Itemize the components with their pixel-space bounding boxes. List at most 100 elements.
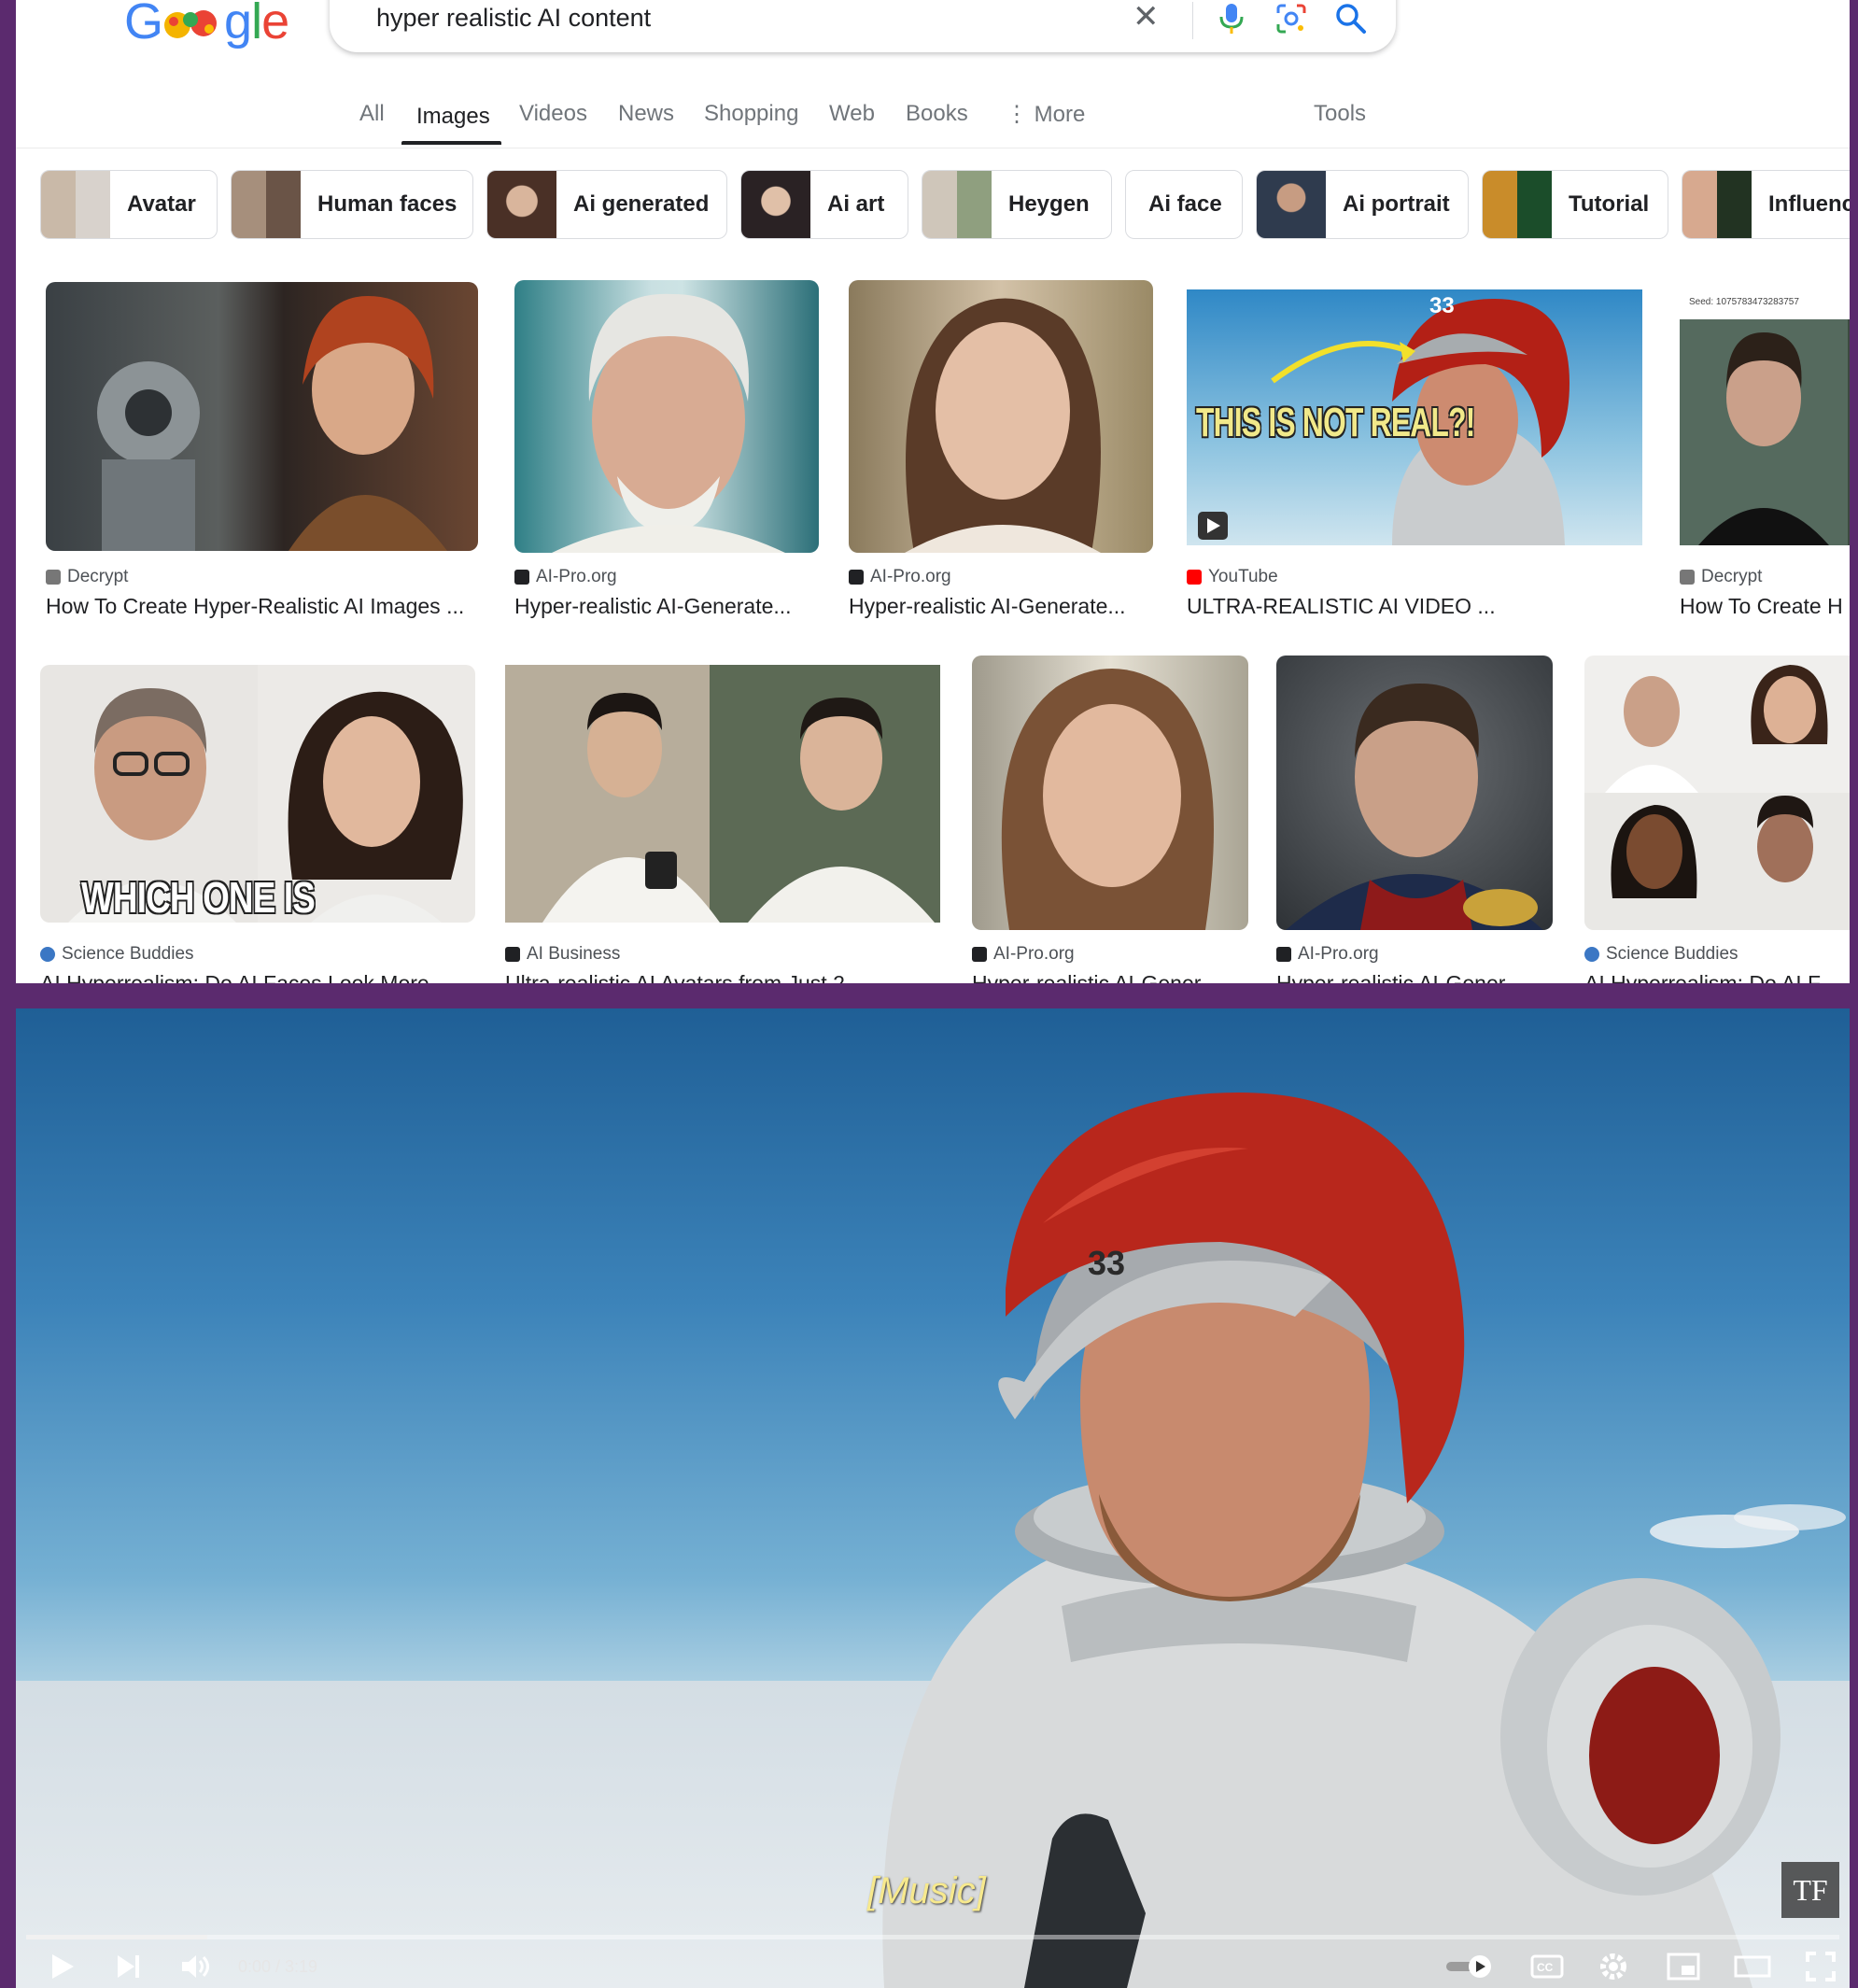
youtube-icon bbox=[1187, 570, 1202, 585]
next-icon[interactable] bbox=[115, 1953, 143, 1985]
doodle-icon bbox=[164, 10, 218, 38]
chip-influencer[interactable]: Influenc bbox=[1682, 170, 1850, 239]
tab-more-label: More bbox=[1034, 102, 1086, 127]
result-title[interactable]: How To Create Hyper-Realistic AI Images … bbox=[46, 594, 485, 619]
chip-thumbnail bbox=[487, 171, 556, 238]
ai-pro-icon bbox=[1276, 947, 1291, 962]
chip-heygen[interactable]: Heygen bbox=[922, 170, 1112, 239]
autoplay-toggle-icon[interactable] bbox=[1444, 1954, 1497, 1983]
source-name: Decrypt bbox=[67, 567, 129, 586]
result-thumbnail[interactable]: THIS IS NOT REAL?! 33 bbox=[1187, 289, 1642, 545]
chip-ai-art[interactable]: Ai art bbox=[740, 170, 908, 239]
result-title[interactable]: Hyper-realistic AI-Generate... bbox=[849, 594, 1157, 619]
tab-images[interactable]: Images bbox=[416, 104, 490, 130]
chip-ai-generated[interactable]: Ai generated bbox=[486, 170, 727, 239]
result-thumbnail[interactable] bbox=[1584, 656, 1850, 930]
source-name: YouTube bbox=[1208, 567, 1278, 586]
settings-gear-icon[interactable] bbox=[1598, 1951, 1629, 1987]
source-name: AI Business bbox=[527, 944, 621, 964]
chip-thumbnail bbox=[232, 171, 301, 238]
result-thumbnail[interactable] bbox=[46, 282, 478, 551]
result-title[interactable]: Hyper-realistic AI-Gener... bbox=[1276, 971, 1553, 983]
search-box[interactable]: hyper realistic AI content ✕ bbox=[330, 0, 1396, 52]
result-title[interactable]: Hyper-realistic AI-Gener... bbox=[972, 971, 1248, 983]
result-source[interactable]: Decrypt bbox=[1680, 567, 1762, 587]
chip-thumbnail bbox=[922, 171, 992, 238]
svg-text:CC: CC bbox=[1537, 1961, 1554, 1974]
source-name: AI-Pro.org bbox=[536, 567, 617, 586]
search-divider bbox=[1192, 2, 1193, 39]
google-logo[interactable]: G gle bbox=[124, 0, 289, 50]
chip-thumbnail bbox=[1483, 171, 1552, 238]
chip-thumbnail bbox=[1257, 171, 1326, 238]
tab-videos[interactable]: Videos bbox=[519, 101, 587, 127]
result-thumbnail[interactable] bbox=[972, 656, 1248, 930]
tab-news[interactable]: News bbox=[618, 101, 674, 127]
result-title[interactable]: Ultra-realistic AI Avatars from Just 2 .… bbox=[505, 971, 940, 983]
result-source[interactable]: Science Buddies bbox=[40, 944, 194, 965]
result-source[interactable]: AI-Pro.org bbox=[1276, 944, 1379, 965]
tab-more[interactable]: ⋮ More bbox=[1006, 101, 1085, 128]
chip-thumbnail bbox=[41, 171, 110, 238]
chip-label: Heygen bbox=[1008, 191, 1090, 217]
tab-web[interactable]: Web bbox=[829, 101, 875, 127]
volume-icon[interactable] bbox=[180, 1953, 212, 1985]
thumbnail-overlay-text: WHICH ONE IS REAL? bbox=[81, 873, 316, 922]
result-title[interactable]: How To Create H bbox=[1680, 594, 1850, 619]
chip-label: Tutorial bbox=[1569, 191, 1650, 217]
microphone-icon[interactable] bbox=[1213, 0, 1250, 37]
result-title[interactable]: Hyper-realistic AI-Generate... bbox=[514, 594, 823, 619]
result-title[interactable]: ULTRA-REALISTIC AI VIDEO ... bbox=[1187, 594, 1644, 619]
result-source[interactable]: YouTube bbox=[1187, 567, 1278, 587]
result-source[interactable]: Science Buddies bbox=[1584, 944, 1738, 965]
result-title[interactable]: AI Hyperrealism: Do AI F... bbox=[1584, 971, 1850, 983]
tab-all[interactable]: All bbox=[359, 101, 385, 127]
chip-thumbnail bbox=[1682, 171, 1752, 238]
chip-human-faces[interactable]: Human faces bbox=[231, 170, 473, 239]
result-source[interactable]: AI-Pro.org bbox=[849, 567, 951, 587]
chip-label: Ai portrait bbox=[1343, 191, 1450, 217]
clear-icon[interactable]: ✕ bbox=[1133, 1, 1160, 33]
google-images-panel: G gle hyper realistic AI content ✕ All I… bbox=[16, 0, 1850, 983]
result-source[interactable]: AI Business bbox=[505, 944, 620, 965]
chip-avatar[interactable]: Avatar bbox=[40, 170, 218, 239]
lens-camera-icon[interactable] bbox=[1273, 0, 1310, 37]
video-progress-bar[interactable] bbox=[26, 1935, 1839, 1939]
miniplayer-icon[interactable] bbox=[1667, 1953, 1700, 1985]
video-player[interactable]: 33 [Music] TF 0:00 / 3:19 CC bbox=[16, 1008, 1850, 1988]
chip-label: Ai art bbox=[827, 191, 885, 217]
video-time: 0:00 / 3:19 bbox=[238, 1957, 318, 1976]
tab-shopping[interactable]: Shopping bbox=[704, 101, 798, 127]
result-thumbnail[interactable]: WHICH ONE IS REAL? bbox=[40, 665, 475, 923]
ai-pro-icon bbox=[514, 570, 529, 585]
captions-icon[interactable]: CC bbox=[1530, 1954, 1564, 1983]
ai-business-icon bbox=[505, 947, 520, 962]
chip-label: Ai face bbox=[1148, 191, 1222, 217]
search-tabs: All Images Videos News Shopping Web Book… bbox=[16, 93, 1850, 148]
result-thumbnail[interactable] bbox=[849, 280, 1153, 553]
play-icon[interactable] bbox=[48, 1953, 76, 1985]
result-title[interactable]: AI Hyperrealism: Do AI Faces Look More .… bbox=[40, 971, 475, 983]
decrypt-icon bbox=[46, 570, 61, 585]
result-thumbnail[interactable] bbox=[505, 665, 940, 923]
search-icon[interactable] bbox=[1332, 0, 1370, 37]
chip-ai-face[interactable]: Ai face bbox=[1125, 170, 1243, 239]
result-source[interactable]: AI-Pro.org bbox=[972, 944, 1075, 965]
source-name: Science Buddies bbox=[1606, 944, 1738, 964]
chip-tutorial[interactable]: Tutorial bbox=[1482, 170, 1668, 239]
theater-mode-icon[interactable] bbox=[1734, 1953, 1771, 1985]
result-source[interactable]: AI-Pro.org bbox=[514, 567, 617, 587]
result-thumbnail[interactable] bbox=[514, 280, 819, 553]
chip-ai-portrait[interactable]: Ai portrait bbox=[1256, 170, 1469, 239]
result-thumbnail[interactable]: Seed: 1075783473283757 bbox=[1680, 286, 1850, 545]
chip-thumbnail bbox=[741, 171, 810, 238]
seed-caption: Seed: 1075783473283757 bbox=[1689, 297, 1799, 307]
tab-books[interactable]: Books bbox=[906, 101, 968, 127]
search-input[interactable]: hyper realistic AI content bbox=[376, 4, 651, 33]
result-source[interactable]: Decrypt bbox=[46, 567, 128, 587]
tools-button[interactable]: Tools bbox=[1314, 101, 1366, 127]
result-thumbnail[interactable] bbox=[1276, 656, 1553, 930]
fullscreen-icon[interactable] bbox=[1805, 1951, 1837, 1987]
source-name: AI-Pro.org bbox=[1298, 944, 1379, 964]
channel-watermark[interactable]: TF bbox=[1781, 1862, 1839, 1918]
